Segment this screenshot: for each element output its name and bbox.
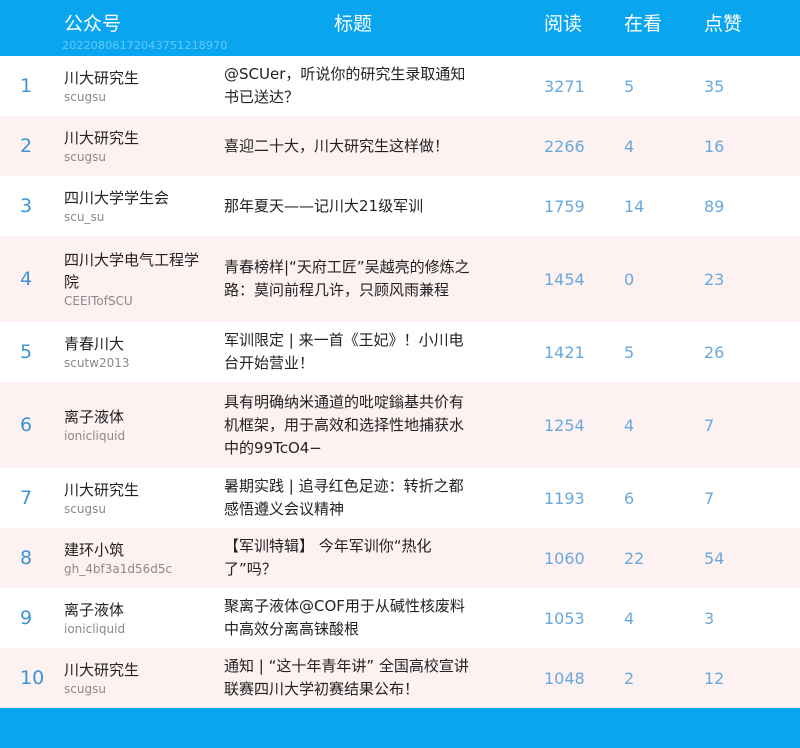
- table-row[interactable]: 10 川大研究生 scugsu 通知 | “这十年青年讲” 全国高校宣讲联赛四川…: [0, 648, 800, 708]
- table-row[interactable]: 9 离子液体 ionicliquid 聚离子液体@COF用于从碱性核废料中高效分…: [0, 588, 800, 648]
- watch-count: 4: [624, 136, 635, 156]
- watch-count: 22: [624, 548, 645, 568]
- ranking-table: 公众号 标题 阅读 在看 点赞 20220806172043751218970 …: [0, 0, 800, 748]
- watch-count: 0: [624, 269, 635, 289]
- rank-number: 7: [20, 487, 33, 509]
- read-count: 3271: [544, 76, 585, 96]
- article-title[interactable]: 通知 | “这十年青年讲” 全国高校宣讲联赛四川大学初赛结果公布！: [224, 648, 474, 708]
- report-stamp: 20220806172043751218970: [62, 39, 228, 52]
- account-cell: 川大研究生 scugsu: [64, 56, 204, 116]
- rank-number: 1: [20, 75, 33, 97]
- article-title[interactable]: 具有明确纳米通道的吡啶鎓基共价有机框架，用于高效和选择性地捕获水中的99TcO4…: [224, 382, 474, 468]
- table-row[interactable]: 1 川大研究生 scugsu @SCUer，听说你的研究生录取通知书已送达？ 3…: [0, 56, 800, 116]
- account-name: 青春川大: [64, 335, 125, 353]
- table-row[interactable]: 3 四川大学学生会 scu_su 那年夏天——记川大21级军训 1759 14 …: [0, 176, 800, 236]
- article-title[interactable]: 聚离子液体@COF用于从碱性核废料中高效分离高铼酸根: [224, 588, 474, 648]
- read-count: 1060: [544, 548, 585, 568]
- column-header-title: 标题: [334, 13, 373, 35]
- table-row[interactable]: 5 青春川大 scutw2013 军训限定 | 来一首《王妃》！小川电台开始营业…: [0, 322, 800, 382]
- account-cell: 离子液体 ionicliquid: [64, 382, 204, 468]
- account-name: 川大研究生: [64, 69, 140, 87]
- account-cell: 四川大学电气工程学院 CEEITofSCU: [64, 236, 204, 322]
- like-count: 35: [704, 76, 725, 96]
- account-id: scugsu: [64, 682, 106, 696]
- like-count: 7: [704, 488, 715, 508]
- account-cell: 川大研究生 scugsu: [64, 648, 204, 708]
- account-id: scugsu: [64, 90, 106, 104]
- article-title[interactable]: @SCUer，听说你的研究生录取通知书已送达？: [224, 56, 474, 116]
- column-header-account: 公众号: [64, 13, 122, 35]
- account-name: 四川大学学生会: [64, 189, 170, 207]
- read-count: 1193: [544, 488, 585, 508]
- column-header-watching: 在看: [624, 13, 663, 35]
- account-name: 四川大学电气工程学院: [64, 251, 200, 291]
- account-name: 川大研究生: [64, 129, 140, 147]
- account-id: scutw2013: [64, 356, 130, 370]
- column-header-reads: 阅读: [544, 13, 583, 35]
- watch-count: 2: [624, 668, 635, 688]
- account-id: scu_su: [64, 210, 105, 224]
- rank-number: 9: [20, 607, 33, 629]
- rank-number: 6: [20, 414, 33, 436]
- table-row[interactable]: 7 川大研究生 scugsu 暑期实践 | 追寻红色足迹：转折之都感悟遵义会议精…: [0, 468, 800, 528]
- table-header: 公众号 标题 阅读 在看 点赞 20220806172043751218970: [0, 0, 800, 56]
- account-id: ionicliquid: [64, 622, 126, 636]
- article-title[interactable]: 【军训特辑】 今年军训你“热化了”吗？: [224, 528, 474, 588]
- article-title[interactable]: 那年夏天——记川大21级军训: [224, 176, 474, 236]
- watch-count: 5: [624, 76, 635, 96]
- account-id: scugsu: [64, 502, 106, 516]
- read-count: 2266: [544, 136, 585, 156]
- read-count: 1048: [544, 668, 585, 688]
- rank-number: 8: [20, 547, 33, 569]
- watch-count: 14: [624, 196, 645, 216]
- article-title[interactable]: 暑期实践 | 追寻红色足迹：转折之都感悟遵义会议精神: [224, 468, 474, 528]
- account-id: CEEITofSCU: [64, 294, 133, 308]
- account-id: ionicliquid: [64, 429, 126, 443]
- read-count: 1053: [544, 608, 585, 628]
- account-cell: 四川大学学生会 scu_su: [64, 176, 204, 236]
- account-cell: 川大研究生 scugsu: [64, 116, 204, 176]
- read-count: 1759: [544, 196, 585, 216]
- rank-number: 2: [20, 135, 33, 157]
- account-cell: 建环小筑 gh_4bf3a1d56d5c: [64, 528, 204, 588]
- account-name: 川大研究生: [64, 661, 140, 679]
- rank-number: 3: [20, 195, 33, 217]
- article-title[interactable]: 军训限定 | 来一首《王妃》！小川电台开始营业！: [224, 322, 474, 382]
- watch-count: 4: [624, 415, 635, 435]
- rank-number: 5: [20, 341, 33, 363]
- like-count: 89: [704, 196, 725, 216]
- watch-count: 6: [624, 488, 635, 508]
- read-count: 1454: [544, 269, 585, 289]
- like-count: 12: [704, 668, 725, 688]
- read-count: 1254: [544, 415, 585, 435]
- like-count: 23: [704, 269, 725, 289]
- like-count: 3: [704, 608, 715, 628]
- column-header-likes: 点赞: [704, 13, 743, 35]
- account-name: 建环小筑: [64, 541, 125, 559]
- like-count: 7: [704, 415, 715, 435]
- account-cell: 离子液体 ionicliquid: [64, 588, 204, 648]
- like-count: 26: [704, 342, 725, 362]
- account-id: gh_4bf3a1d56d5c: [64, 562, 173, 576]
- article-title[interactable]: 青春榜样|“天府工匠”吴越亮的修炼之路：莫问前程几许，只顾风雨兼程: [224, 236, 474, 322]
- footer-bar: [0, 708, 800, 748]
- article-title[interactable]: 喜迎二十大，川大研究生这样做！: [224, 116, 474, 176]
- read-count: 1421: [544, 342, 585, 362]
- watch-count: 4: [624, 608, 635, 628]
- like-count: 54: [704, 548, 725, 568]
- rank-number: 4: [20, 268, 33, 290]
- account-cell: 青春川大 scutw2013: [64, 322, 204, 382]
- watch-count: 5: [624, 342, 635, 362]
- table-row[interactable]: 2 川大研究生 scugsu 喜迎二十大，川大研究生这样做！ 2266 4 16: [0, 116, 800, 176]
- table-row[interactable]: 4 四川大学电气工程学院 CEEITofSCU 青春榜样|“天府工匠”吴越亮的修…: [0, 236, 800, 322]
- table-row[interactable]: 8 建环小筑 gh_4bf3a1d56d5c 【军训特辑】 今年军训你“热化了”…: [0, 528, 800, 588]
- table-row[interactable]: 6 离子液体 ionicliquid 具有明确纳米通道的吡啶鎓基共价有机框架，用…: [0, 382, 800, 468]
- like-count: 16: [704, 136, 725, 156]
- rank-number: 10: [20, 667, 45, 689]
- account-name: 川大研究生: [64, 481, 140, 499]
- account-cell: 川大研究生 scugsu: [64, 468, 204, 528]
- account-name: 离子液体: [64, 601, 125, 619]
- account-id: scugsu: [64, 150, 106, 164]
- account-name: 离子液体: [64, 408, 125, 426]
